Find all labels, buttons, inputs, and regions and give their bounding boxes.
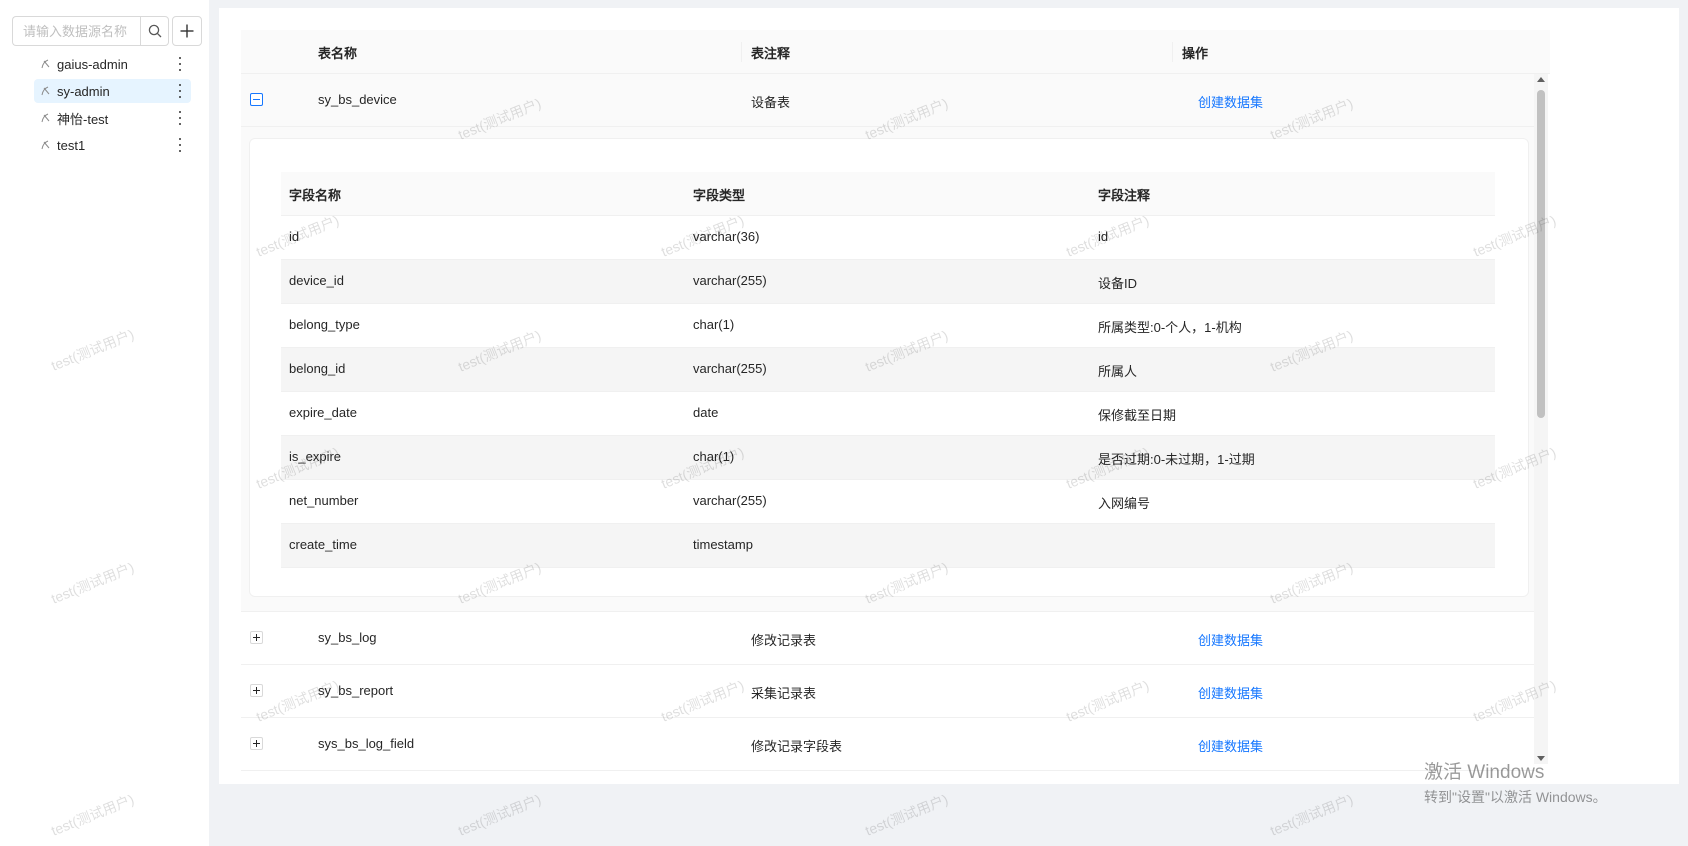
field-comment: 设备ID xyxy=(1098,276,1138,291)
field-comment: 所属人 xyxy=(1098,364,1138,379)
field-row: expire_date date 保修截至日期 xyxy=(281,392,1495,436)
field-comment: 是否过期:0-未过期，1-过期 xyxy=(1098,452,1255,467)
field-name: belong_type xyxy=(289,317,360,332)
tree-item-label: gaius-admin xyxy=(57,56,128,72)
tree-item-label: test1 xyxy=(57,137,86,153)
database-leaf-icon xyxy=(40,57,54,71)
tables-table-header: 表名称 表注释 操作 xyxy=(241,30,1550,74)
collapse-row-button[interactable] xyxy=(250,93,263,106)
expanded-row-content: 字段名称 字段类型 字段注释 id varchar(36) id device_… xyxy=(241,127,1535,612)
field-comment: 所属类型:0-个人，1-机构 xyxy=(1098,320,1242,335)
table-name: sy_bs_report xyxy=(318,683,394,698)
expand-row-button[interactable] xyxy=(250,631,263,644)
fields-table: 字段名称 字段类型 字段注释 id varchar(36) id device_… xyxy=(281,172,1495,568)
table-row: sy_bs_device 设备表 创建数据集 xyxy=(241,74,1535,127)
create-dataset-link[interactable]: 创建数据集 xyxy=(1198,92,1263,111)
create-dataset-link[interactable]: 创建数据集 xyxy=(1198,630,1263,649)
field-type: date xyxy=(693,405,719,420)
watermark: test(测试用户) xyxy=(1267,790,1356,839)
more-vertical-icon[interactable] xyxy=(177,84,183,98)
windows-activation-subtitle: 转到"设置"以激活 Windows。 xyxy=(1424,789,1607,805)
tree-item-sy-admin[interactable]: sy-admin xyxy=(34,79,191,103)
table-name: sy_bs_log xyxy=(318,630,377,645)
field-comment: id xyxy=(1098,229,1109,244)
datasource-sidebar: gaius-admin sy-admin 神怡-test test1 xyxy=(0,0,209,846)
field-type: varchar(255) xyxy=(693,361,767,376)
field-type: char(1) xyxy=(693,449,735,464)
field-row: device_id varchar(255) 设备ID xyxy=(281,260,1495,304)
field-name: belong_id xyxy=(289,361,346,376)
field-name: is_expire xyxy=(289,449,342,464)
field-row: belong_id varchar(255) 所属人 xyxy=(281,348,1495,392)
column-divider xyxy=(1172,42,1173,62)
watermark: test(测试用户) xyxy=(862,790,951,839)
datasource-search-input[interactable] xyxy=(12,16,140,46)
field-type: varchar(36) xyxy=(693,229,760,244)
create-dataset-link[interactable]: 创建数据集 xyxy=(1198,736,1263,755)
column-header-field-comment: 字段注释 xyxy=(1098,188,1151,203)
field-type: varchar(255) xyxy=(693,273,767,288)
column-header-table-comment: 表注释 xyxy=(751,46,791,61)
tree-item-label: 神怡-test xyxy=(57,111,109,127)
field-comment: 入网编号 xyxy=(1098,496,1151,511)
field-row: id varchar(36) id xyxy=(281,216,1495,260)
table-comment: 采集记录表 xyxy=(751,686,817,701)
column-divider xyxy=(741,42,742,62)
field-row: belong_type char(1) 所属类型:0-个人，1-机构 xyxy=(281,304,1495,348)
watermark: test(测试用户) xyxy=(455,790,544,839)
field-type: varchar(255) xyxy=(693,493,767,508)
column-header-field-type: 字段类型 xyxy=(693,188,746,203)
plus-icon xyxy=(180,24,194,38)
table-comment: 设备表 xyxy=(751,95,791,110)
datasource-tree: gaius-admin sy-admin 神怡-test test1 xyxy=(34,52,191,160)
more-vertical-icon[interactable] xyxy=(177,57,183,71)
windows-activation-notice: 激活 Windows 转到"设置"以激活 Windows。 xyxy=(1424,757,1607,807)
windows-activation-title: 激活 Windows xyxy=(1424,762,1545,783)
field-row: net_number varchar(255) 入网编号 xyxy=(281,480,1495,524)
add-datasource-button[interactable] xyxy=(172,16,202,46)
create-dataset-link[interactable]: 创建数据集 xyxy=(1198,683,1263,702)
database-leaf-icon xyxy=(40,138,54,152)
field-name: id xyxy=(289,229,300,244)
table-name: sy_bs_device xyxy=(318,92,397,107)
column-header-actions: 操作 xyxy=(1182,46,1209,61)
tree-item-shenyi-test[interactable]: 神怡-test xyxy=(34,106,191,130)
tree-item-test1[interactable]: test1 xyxy=(34,133,191,157)
vertical-scrollbar[interactable] xyxy=(1534,74,1548,764)
table-row: sys_bs_log_field 修改记录字段表 创建数据集 xyxy=(241,718,1535,771)
more-vertical-icon[interactable] xyxy=(177,111,183,125)
fields-card: 字段名称 字段类型 字段注释 id varchar(36) id device_… xyxy=(249,138,1529,597)
field-type: timestamp xyxy=(693,537,753,552)
field-name: expire_date xyxy=(289,405,357,420)
field-row: is_expire char(1) 是否过期:0-未过期，1-过期 xyxy=(281,436,1495,480)
scroll-up-arrow-icon[interactable] xyxy=(1537,77,1545,82)
scrollbar-thumb[interactable] xyxy=(1537,90,1545,418)
tree-item-gaius-admin[interactable]: gaius-admin xyxy=(34,52,191,76)
table-name: sys_bs_log_field xyxy=(318,736,415,751)
field-name: device_id xyxy=(289,273,344,288)
database-leaf-icon xyxy=(40,84,54,98)
column-header-field-name: 字段名称 xyxy=(289,188,342,203)
expand-row-button[interactable] xyxy=(250,737,263,750)
table-comment: 修改记录字段表 xyxy=(751,739,843,754)
tree-item-label: sy-admin xyxy=(57,83,110,99)
column-header-table-name: 表名称 xyxy=(318,46,358,61)
search-icon xyxy=(148,24,161,38)
database-leaf-icon xyxy=(40,111,54,125)
table-row: sy_bs_log 修改记录表 创建数据集 xyxy=(241,612,1535,665)
table-row: sy_bs_report 采集记录表 创建数据集 xyxy=(241,665,1535,718)
field-name: create_time xyxy=(289,537,357,552)
datasource-search-bar xyxy=(12,16,202,46)
table-comment: 修改记录表 xyxy=(751,633,817,648)
search-button[interactable] xyxy=(140,16,169,46)
table-list-panel: 表名称 表注释 操作 sy_bs_device 设备表 创建数据集 字段名称 字… xyxy=(219,8,1679,784)
fields-table-header: 字段名称 字段类型 字段注释 xyxy=(281,172,1495,216)
field-name: net_number xyxy=(289,493,359,508)
field-row: create_time timestamp xyxy=(281,524,1495,568)
field-type: char(1) xyxy=(693,317,735,332)
more-vertical-icon[interactable] xyxy=(177,138,183,152)
expand-row-button[interactable] xyxy=(250,684,263,697)
field-comment: 保修截至日期 xyxy=(1098,408,1177,423)
